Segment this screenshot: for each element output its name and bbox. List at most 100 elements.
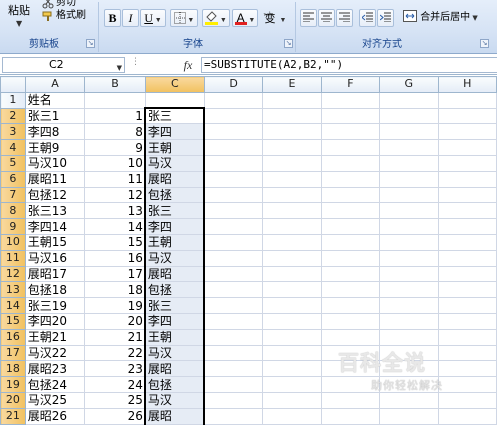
cell-b[interactable]: 19 xyxy=(84,297,146,314)
cell-h[interactable] xyxy=(437,376,497,393)
cell-f[interactable] xyxy=(320,297,381,314)
cell-a[interactable]: 包拯12 xyxy=(24,186,86,204)
cell-d[interactable] xyxy=(203,123,264,141)
cell-h[interactable] xyxy=(437,391,497,409)
cell-d[interactable] xyxy=(203,170,264,188)
cell-e[interactable] xyxy=(262,297,322,314)
cell-b[interactable]: 22 xyxy=(84,344,146,362)
cell-g[interactable] xyxy=(379,249,439,267)
cell-b[interactable]: 21 xyxy=(84,328,146,346)
cell-a[interactable]: 王朝9 xyxy=(24,139,86,156)
increase-indent-button[interactable] xyxy=(377,9,394,27)
cell-e[interactable] xyxy=(262,233,322,251)
cell-g[interactable] xyxy=(379,297,439,314)
fill-color-button[interactable]: ▼ xyxy=(202,9,230,27)
cell-c[interactable]: 包拯 xyxy=(144,186,205,204)
cell-d[interactable] xyxy=(203,407,264,425)
row-header[interactable]: 5 xyxy=(0,154,26,172)
cell-a[interactable]: 展昭11 xyxy=(24,170,86,188)
cell-h[interactable] xyxy=(437,407,497,425)
cell-b[interactable]: 12 xyxy=(84,186,146,204)
insert-function-icon[interactable]: fx xyxy=(178,57,198,73)
cell-g[interactable] xyxy=(379,91,439,109)
spreadsheet-grid[interactable]: A B C D E F G H 1 姓名 2 张三1 1 张三 3 李四8 8 李四 4 王朝9 9 王朝… xyxy=(0,76,497,425)
cell-a[interactable]: 马汉10 xyxy=(24,154,86,172)
cell-f[interactable] xyxy=(320,328,381,346)
cell-f[interactable] xyxy=(320,139,381,156)
cell-d[interactable] xyxy=(203,328,264,346)
cell-c[interactable]: 马汉 xyxy=(144,344,205,362)
cell-a[interactable]: 张三13 xyxy=(24,202,86,220)
cell-a[interactable]: 马汉22 xyxy=(24,344,86,362)
chevron-down-icon[interactable]: ▼ xyxy=(117,61,122,75)
cell-d[interactable] xyxy=(203,391,264,409)
cell-e[interactable] xyxy=(262,249,322,267)
cell-f[interactable] xyxy=(320,360,381,378)
cell-e[interactable] xyxy=(262,265,322,283)
cell-f[interactable] xyxy=(320,186,381,204)
cell-d[interactable] xyxy=(203,139,264,156)
cell-c[interactable]: 李四 xyxy=(144,312,205,330)
cell-h[interactable] xyxy=(437,249,497,267)
format-painter-button[interactable]: 格式刷 xyxy=(42,9,86,23)
column-header[interactable]: G xyxy=(379,76,439,93)
cell-a[interactable]: 马汉16 xyxy=(24,249,86,267)
cell-a[interactable]: 李四8 xyxy=(24,123,86,141)
select-all-corner[interactable] xyxy=(0,76,26,93)
cell-e[interactable] xyxy=(262,154,322,172)
cell-d[interactable] xyxy=(203,218,264,235)
cell-d[interactable] xyxy=(203,281,264,299)
cell-f[interactable] xyxy=(320,391,381,409)
cell-a[interactable]: 展昭26 xyxy=(24,407,86,425)
cell-c[interactable]: 张三 xyxy=(144,202,205,220)
cell-e[interactable] xyxy=(262,218,322,235)
align-left-button[interactable] xyxy=(300,9,317,27)
cell-b[interactable]: 25 xyxy=(84,391,146,409)
cell-g[interactable] xyxy=(379,218,439,235)
cell-h[interactable] xyxy=(437,265,497,283)
row-header[interactable]: 7 xyxy=(0,186,26,204)
cell-e[interactable] xyxy=(262,186,322,204)
cell-h[interactable] xyxy=(437,218,497,235)
cell-e[interactable] xyxy=(262,202,322,220)
row-header[interactable]: 13 xyxy=(0,281,26,299)
cell-g[interactable] xyxy=(379,312,439,330)
column-header[interactable]: C xyxy=(144,76,205,93)
cell-d[interactable] xyxy=(203,265,264,283)
cell-h[interactable] xyxy=(437,91,497,109)
cell-d[interactable] xyxy=(203,91,264,109)
cell-a[interactable]: 马汉25 xyxy=(24,391,86,409)
row-header[interactable]: 15 xyxy=(0,312,26,330)
cell-b[interactable]: 16 xyxy=(84,249,146,267)
cell-h[interactable] xyxy=(437,360,497,378)
cell-g[interactable] xyxy=(379,154,439,172)
column-header[interactable]: E xyxy=(262,76,322,93)
cell-h[interactable] xyxy=(437,123,497,141)
cell-f[interactable] xyxy=(320,233,381,251)
cell-e[interactable] xyxy=(262,107,322,125)
cell-c[interactable]: 张三 xyxy=(144,297,205,314)
cell-c[interactable]: 包拯 xyxy=(144,376,205,393)
cell-g[interactable] xyxy=(379,107,439,125)
cell-c[interactable]: 王朝 xyxy=(144,233,205,251)
cell-c[interactable]: 张三 xyxy=(144,107,205,125)
row-header[interactable]: 11 xyxy=(0,249,26,267)
cell-f[interactable] xyxy=(320,154,381,172)
row-header[interactable]: 9 xyxy=(0,218,26,235)
cell-f[interactable] xyxy=(320,265,381,283)
cell-f[interactable] xyxy=(320,376,381,393)
cell-b[interactable]: 23 xyxy=(84,360,146,378)
row-header[interactable]: 14 xyxy=(0,297,26,314)
cell-b[interactable]: 18 xyxy=(84,281,146,299)
cell-h[interactable] xyxy=(437,312,497,330)
cell-g[interactable] xyxy=(379,202,439,220)
cell-c[interactable]: 李四 xyxy=(144,123,205,141)
cell-d[interactable] xyxy=(203,186,264,204)
cell-e[interactable] xyxy=(262,328,322,346)
row-header[interactable]: 18 xyxy=(0,360,26,378)
row-header[interactable]: 19 xyxy=(0,376,26,393)
row-header[interactable]: 3 xyxy=(0,123,26,141)
cell-a[interactable]: 张三19 xyxy=(24,297,86,314)
cell-f[interactable] xyxy=(320,249,381,267)
paste-button[interactable]: 粘贴 ▼ xyxy=(2,0,38,34)
